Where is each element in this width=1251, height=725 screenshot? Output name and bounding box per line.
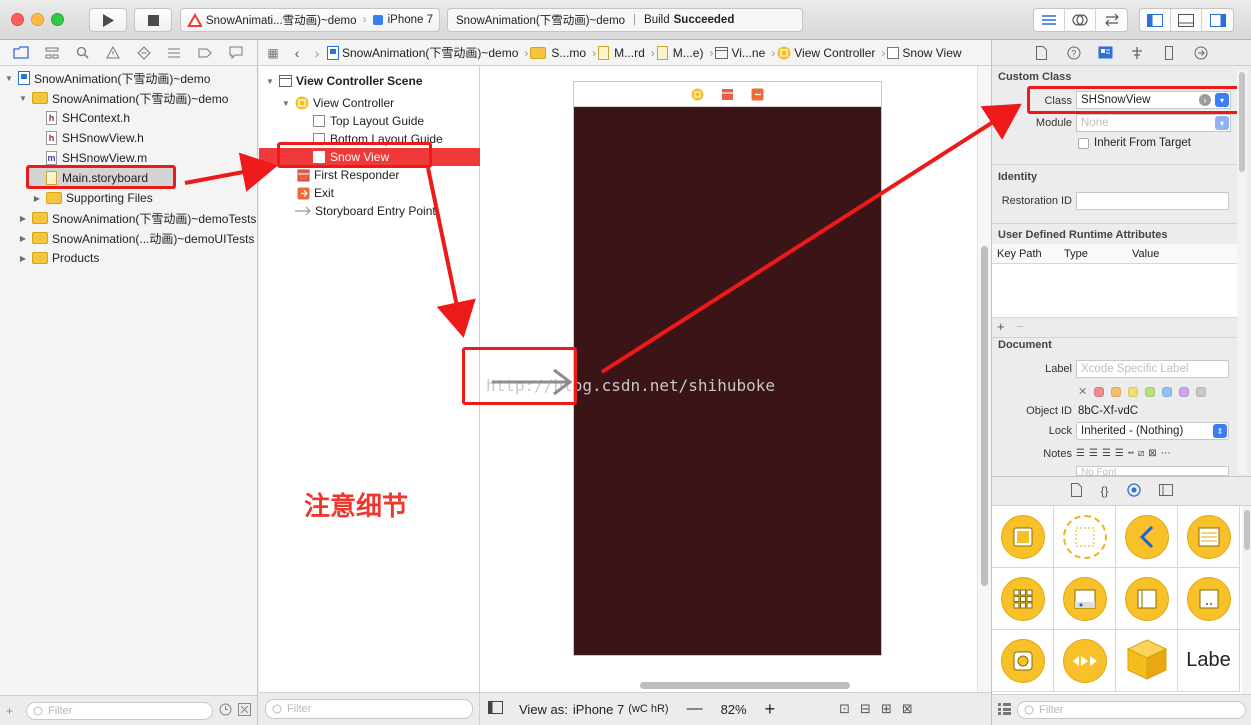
annotation-arrows — [184, 103, 1022, 374]
annotation-arrow-entry-to-class — [600, 103, 1022, 374]
annotation-arrow-view-to-entry — [426, 167, 476, 338]
annotation-arrow-storyboard-to-view — [184, 152, 278, 192]
